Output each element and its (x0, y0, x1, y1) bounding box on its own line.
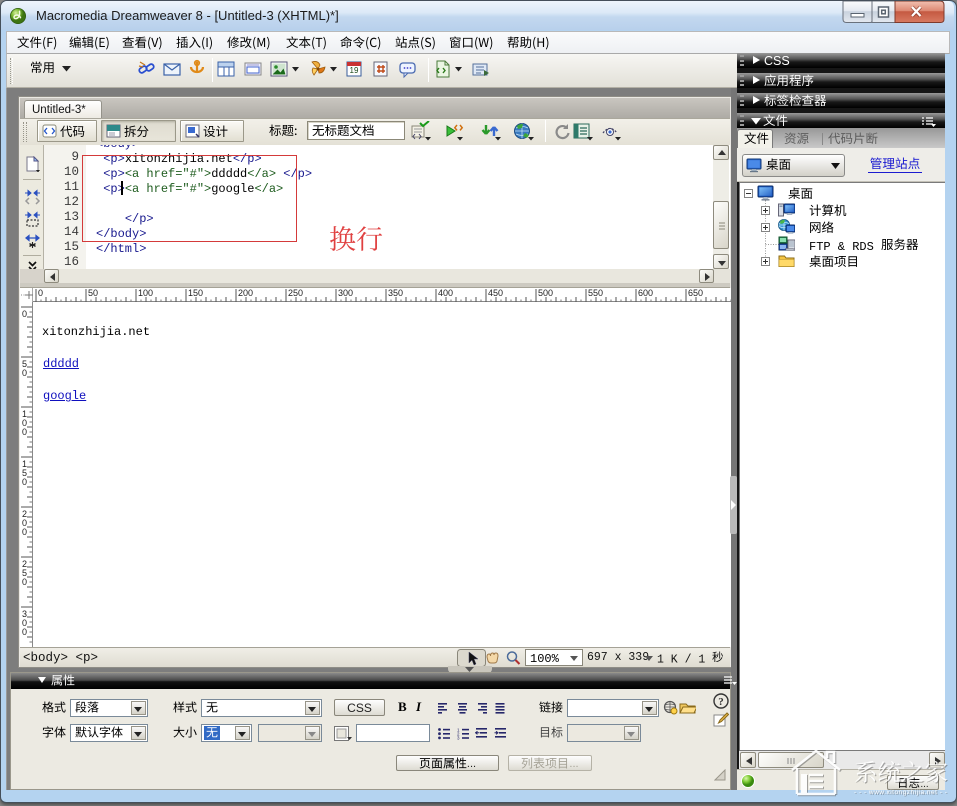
svg-text:500: 500 (538, 288, 553, 298)
svg-text:0: 0 (22, 627, 27, 637)
svg-text:100: 100 (138, 288, 153, 298)
svg-text:150: 150 (188, 288, 203, 298)
svg-text:19: 19 (350, 66, 359, 75)
svg-text:550: 550 (588, 288, 603, 298)
svg-text:600: 600 (638, 288, 653, 298)
svg-text:350: 350 (388, 288, 403, 298)
svg-text:0: 0 (38, 288, 43, 298)
svg-text:50: 50 (88, 288, 98, 298)
svg-text:0: 0 (22, 527, 27, 537)
svg-text:300: 300 (338, 288, 353, 298)
svg-text:650: 650 (688, 288, 703, 298)
svg-text:200: 200 (238, 288, 253, 298)
svg-text:0: 0 (22, 427, 27, 437)
svg-text:?: ? (718, 696, 724, 708)
svg-text:450: 450 (488, 288, 503, 298)
svg-text:250: 250 (288, 288, 303, 298)
svg-text:3: 3 (457, 736, 460, 740)
svg-text:0: 0 (22, 309, 27, 319)
svg-text:400: 400 (438, 288, 453, 298)
svg-text:0: 0 (22, 368, 27, 378)
svg-text:0: 0 (22, 477, 27, 487)
svg-text:0: 0 (22, 577, 27, 587)
